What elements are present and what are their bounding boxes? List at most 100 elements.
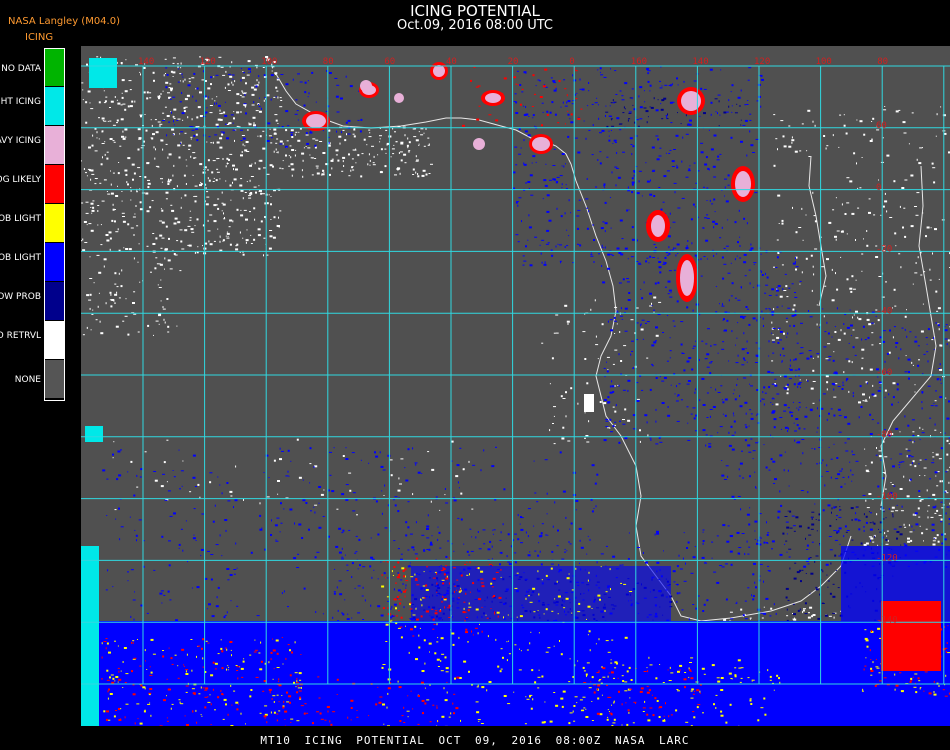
lo-prob-light-pixel xyxy=(754,520,758,523)
lo-prob-light-pixel xyxy=(275,539,277,541)
lo-prob-light-pixel xyxy=(821,475,823,477)
no-retrieval-pixel xyxy=(130,199,132,201)
lo-prob-light-pixel xyxy=(834,371,838,374)
hi-prob-light-pixel xyxy=(436,658,440,661)
lo-prob-light-pixel xyxy=(538,600,541,603)
lo-prob-light-pixel xyxy=(731,330,733,333)
lo-prob-light-pixel xyxy=(673,581,676,583)
low-prob-pixel xyxy=(610,102,613,104)
lo-prob-light-pixel xyxy=(139,476,142,478)
no-retrieval-pixel xyxy=(232,220,234,223)
lo-prob-light-pixel xyxy=(800,387,801,389)
lo-prob-light-pixel xyxy=(669,84,672,87)
lo-prob-light-pixel xyxy=(182,76,184,78)
hi-prob-light-pixel xyxy=(604,610,606,612)
no-retrieval-pixel xyxy=(163,318,165,321)
lo-prob-light-pixel xyxy=(712,220,716,223)
lo-prob-light-pixel xyxy=(400,591,402,594)
lo-prob-light-pixel xyxy=(730,563,733,566)
lo-prob-light-pixel xyxy=(654,615,658,618)
no-retrieval-pixel xyxy=(884,532,886,535)
hi-prob-light-pixel xyxy=(405,625,406,627)
no-retrieval-pixel xyxy=(82,238,84,241)
lo-prob-light-pixel xyxy=(118,474,122,477)
no-retrieval-pixel xyxy=(231,81,233,84)
no-retrieval-pixel xyxy=(277,480,280,482)
no-retrieval-pixel xyxy=(344,139,347,142)
no-retrieval-pixel xyxy=(94,183,97,185)
no-retrieval-pixel xyxy=(885,543,889,545)
lo-prob-light-pixel xyxy=(481,615,483,618)
lo-prob-light-pixel xyxy=(608,135,610,137)
lo-prob-light-pixel xyxy=(835,478,839,480)
lo-prob-light-pixel xyxy=(134,529,136,531)
no-retrieval-pixel xyxy=(210,142,213,144)
lo-prob-light-pixel xyxy=(538,614,541,616)
no-retrieval-pixel xyxy=(242,197,244,200)
no-retrieval-pixel xyxy=(88,223,92,225)
lo-prob-light-pixel xyxy=(285,83,289,86)
no-retrieval-pixel xyxy=(624,408,627,411)
lo-prob-light-pixel xyxy=(217,586,220,589)
lo-prob-light-pixel xyxy=(737,322,739,324)
lo-prob-light-pixel xyxy=(576,92,578,94)
no-retrieval-pixel xyxy=(357,154,360,157)
lo-prob-light-pixel xyxy=(940,447,943,450)
no-retrieval-pixel xyxy=(122,103,126,105)
no-retrieval-pixel xyxy=(806,379,807,381)
hi-prob-light-pixel xyxy=(556,580,558,583)
no-retrieval-pixel xyxy=(245,141,249,143)
lo-prob-light-pixel xyxy=(317,625,321,628)
no-retrieval-pixel xyxy=(880,214,882,216)
lo-prob-light-pixel xyxy=(196,139,199,142)
no-retrieval-pixel xyxy=(92,206,95,209)
no-retrieval-pixel xyxy=(329,173,331,176)
lo-prob-light-pixel xyxy=(838,516,842,518)
lo-prob-light-pixel xyxy=(750,247,754,250)
no-retrieval-pixel xyxy=(192,228,194,230)
lo-prob-light-pixel xyxy=(788,556,791,558)
lo-prob-light-pixel xyxy=(106,478,109,480)
lo-prob-light-pixel xyxy=(687,439,691,441)
lo-prob-light-pixel xyxy=(913,440,915,442)
lo-prob-light-pixel xyxy=(288,475,290,477)
lo-prob-light-pixel xyxy=(518,197,522,199)
lo-prob-light-pixel xyxy=(532,114,535,117)
lo-prob-light-pixel xyxy=(244,93,246,96)
lo-prob-light-pixel xyxy=(536,501,539,503)
lo-prob-light-pixel xyxy=(259,514,262,517)
lo-prob-light-pixel xyxy=(655,377,658,379)
lo-prob-light-pixel xyxy=(809,316,813,318)
low-prob-pixel xyxy=(623,106,625,109)
no-retrieval-pixel xyxy=(792,206,793,209)
lo-prob-light-pixel xyxy=(515,234,519,236)
lo-prob-light-pixel xyxy=(227,500,231,502)
low-prob-pixel xyxy=(784,516,788,517)
lo-prob-light-pixel xyxy=(904,544,908,547)
no-retrieval-pixel xyxy=(103,265,105,268)
lo-prob-light-pixel xyxy=(946,506,950,508)
lo-prob-light-pixel xyxy=(603,439,607,442)
low-prob-pixel xyxy=(628,112,632,114)
no-retrieval-pixel xyxy=(179,133,181,135)
lo-prob-light-pixel xyxy=(292,78,294,81)
lo-prob-light-pixel xyxy=(527,134,531,137)
lo-prob-light-pixel xyxy=(668,270,672,272)
lo-prob-light-pixel xyxy=(851,474,854,476)
no-retrieval-pixel xyxy=(165,73,166,74)
no-retrieval-pixel xyxy=(894,305,897,307)
lo-prob-light-pixel xyxy=(712,406,716,408)
no-retrieval-pixel xyxy=(226,231,228,233)
lo-prob-light-pixel xyxy=(112,586,114,588)
lo-prob-light-pixel xyxy=(663,376,667,379)
no-retrieval-pixel xyxy=(239,184,243,187)
no-retrieval-pixel xyxy=(96,137,98,139)
no-retrieval-pixel xyxy=(109,107,111,108)
lo-prob-light-pixel xyxy=(637,262,641,264)
no-retrieval-pixel xyxy=(844,213,847,215)
lo-prob-light-pixel xyxy=(724,479,727,480)
lo-prob-light-pixel xyxy=(426,525,430,528)
lo-prob-light-pixel xyxy=(297,73,300,75)
lo-prob-light-pixel xyxy=(658,187,661,188)
lo-prob-light-pixel xyxy=(754,471,756,473)
